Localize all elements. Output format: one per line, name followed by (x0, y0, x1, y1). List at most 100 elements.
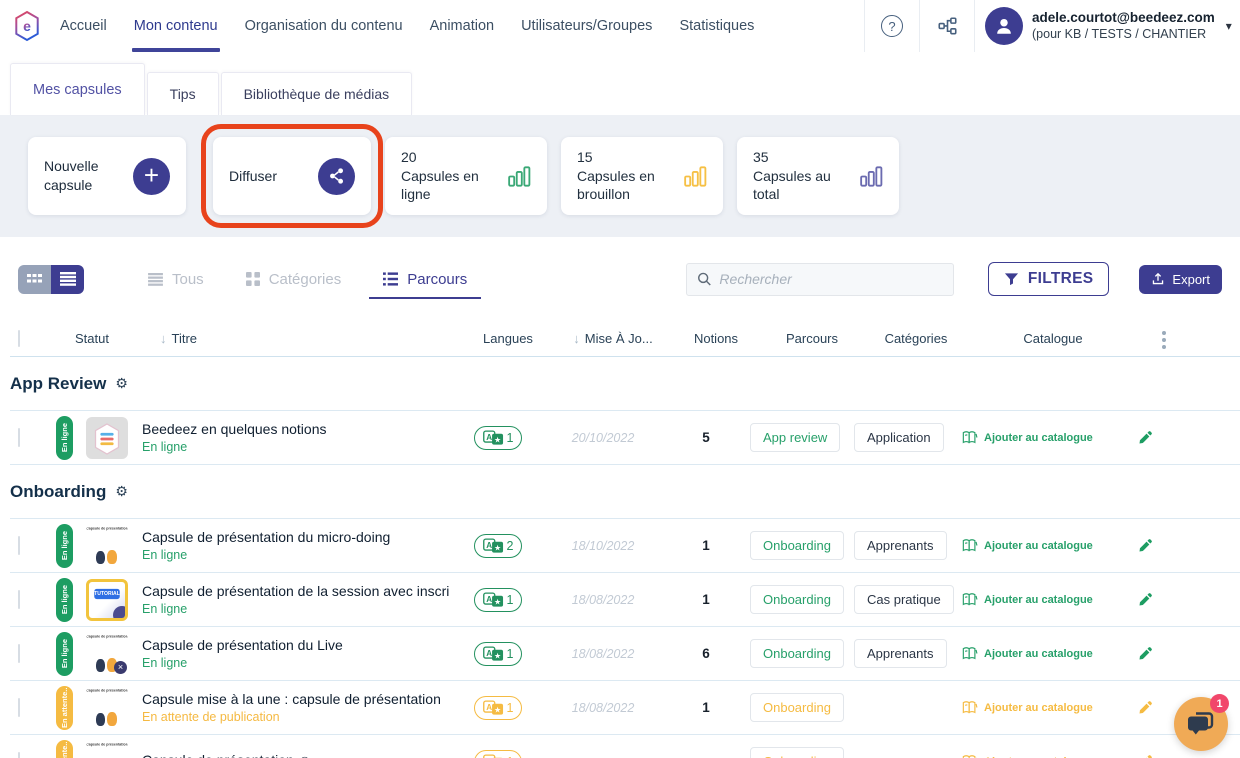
capsule-thumbnail[interactable]: Capsule de présentation TUTORIAL (86, 417, 128, 459)
nav-animation[interactable]: Animation (430, 14, 494, 38)
sort-down-icon[interactable] (573, 331, 580, 346)
beedeez-logo-icon[interactable]: e (12, 8, 42, 44)
edit-pencil-icon[interactable] (1138, 430, 1153, 445)
select-all-checkbox[interactable] (18, 330, 20, 347)
row-checkbox[interactable] (18, 428, 20, 447)
add-to-catalog-button[interactable]: Ajouter au catalogue (958, 646, 1128, 661)
section-header: Onboarding (10, 465, 1240, 519)
plus-icon[interactable] (133, 158, 170, 195)
cards-band: Nouvelle capsule Diffuser 20 (0, 115, 1240, 237)
share-icon[interactable] (318, 158, 355, 195)
chat-unread-badge: 1 (1210, 694, 1229, 713)
capsule-title[interactable]: Capsule de présentation du Live (142, 637, 450, 653)
diffuser-card[interactable]: Diffuser (213, 137, 371, 215)
edit-pencil-icon[interactable] (1138, 592, 1153, 607)
new-capsule-card[interactable]: Nouvelle capsule (28, 137, 186, 215)
table-row[interactable]: En ligne Capsule de présentation TUTORIA… (10, 627, 1240, 681)
add-to-catalog-button[interactable]: Ajouter au catalogue (958, 700, 1128, 715)
user-menu[interactable]: adele.courtot@beedeez.com (pour KB / TES… (974, 0, 1240, 52)
capsule-thumbnail[interactable]: Capsule de présentation TUTORIAL (86, 633, 128, 675)
col-titre[interactable]: Titre (152, 331, 462, 346)
notions-count: 1 (662, 538, 750, 553)
stat-card-online[interactable]: 20 Capsules en ligne (385, 137, 547, 215)
filters-button-label: FILTRES (1028, 270, 1094, 288)
capsule-thumbnail[interactable]: Capsule de présentation TUTORIAL (86, 741, 128, 758)
row-checkbox[interactable] (18, 752, 20, 758)
status-pill-label: En ligne (60, 423, 69, 452)
capsule-title[interactable]: Capsule mise à la une : capsule de prése… (142, 691, 450, 707)
app-window: e Accueil Mon contenu Organisation du co… (0, 0, 1240, 758)
tab-tips[interactable]: Tips (147, 72, 219, 115)
col-notions: Notions (672, 331, 760, 346)
status-pill-label: En ligne (60, 639, 69, 668)
col-categories: Catégories (864, 331, 968, 346)
capsule-thumbnail[interactable]: Capsule de présentation TUTORIAL (86, 525, 128, 567)
edit-pencil-icon[interactable] (1138, 538, 1153, 553)
edit-pencil-icon[interactable] (1138, 700, 1153, 715)
table-row[interactable]: En attente... Capsule de présentation TU… (10, 735, 1240, 758)
export-button[interactable]: Export (1139, 265, 1222, 294)
row-checkbox[interactable] (18, 590, 20, 609)
catalog-book-icon (962, 592, 978, 607)
chat-widget-button[interactable]: 1 (1174, 697, 1228, 751)
capsule-title[interactable]: Capsule de présentation du micro-doing (142, 529, 450, 545)
table-row[interactable]: En ligne Capsule de présentation TUTORIA… (10, 411, 1240, 465)
tab-mes-capsules[interactable]: Mes capsules (10, 63, 145, 115)
updated-date: 18/08/2022 (544, 701, 662, 715)
add-to-catalog-label: Ajouter au catalogue (984, 594, 1093, 606)
table-body: App Review En ligne Capsule de présentat… (10, 357, 1240, 758)
row-checkbox[interactable] (18, 644, 20, 663)
translate-icon: A ★ (483, 754, 504, 758)
grid-view-icon[interactable] (18, 265, 51, 294)
chat-bubbles-icon (1186, 710, 1216, 739)
row-checkbox[interactable] (18, 698, 20, 717)
updated-date: 20/10/2022 (544, 431, 662, 445)
org-chart-button[interactable] (919, 0, 974, 52)
list-view-icon[interactable] (51, 265, 84, 294)
row-checkbox[interactable] (18, 536, 20, 555)
capsule-title[interactable]: Capsule de présentation ☺ (142, 752, 450, 758)
stat-card-draft[interactable]: 15 Capsules en brouillon (561, 137, 723, 215)
add-to-catalog-button[interactable]: Ajouter au catalogue (958, 430, 1128, 445)
edit-pencil-icon[interactable] (1138, 646, 1153, 661)
nav-mon-contenu[interactable]: Mon contenu (134, 14, 218, 38)
svg-text:A: A (486, 648, 492, 657)
filter-tab-parcours[interactable]: Parcours (383, 271, 467, 288)
status-pill-label: En ligne (60, 585, 69, 614)
add-to-catalog-button[interactable]: Ajouter au catalogue (958, 592, 1128, 607)
table-row[interactable]: En ligne Capsule de présentation TUTORIA… (10, 519, 1240, 573)
edit-pencil-icon[interactable] (1138, 754, 1153, 758)
capsule-thumbnail[interactable]: Capsule de présentation TUTORIAL (86, 579, 128, 621)
table-row[interactable]: En ligne Capsule de présentation TUTORIA… (10, 573, 1240, 627)
add-to-catalog-button[interactable]: Ajouter au catalogue (958, 754, 1128, 758)
capsule-title[interactable]: Capsule de présentation de la session av… (142, 583, 450, 599)
nav-utilisateurs[interactable]: Utilisateurs/Groupes (521, 14, 652, 38)
tab-bibliotheque[interactable]: Bibliothèque de médias (221, 72, 413, 115)
chevron-down-icon (1226, 19, 1232, 33)
capsule-thumbnail[interactable]: Capsule de présentation TUTORIAL (86, 687, 128, 729)
col-mise-a-jour[interactable]: Mise À Jo... (554, 331, 672, 346)
list-icon (148, 273, 163, 286)
updated-date: 18/10/2022 (544, 539, 662, 553)
nav-statistiques[interactable]: Statistiques (679, 14, 754, 38)
add-to-catalog-button[interactable]: Ajouter au catalogue (958, 538, 1128, 553)
svg-text:e: e (23, 18, 31, 34)
filter-tab-categories[interactable]: Catégories (246, 271, 342, 288)
nav-organisation[interactable]: Organisation du contenu (245, 14, 403, 38)
sort-down-icon[interactable] (160, 331, 167, 346)
filter-tab-tous[interactable]: Tous (148, 271, 204, 288)
filters-button[interactable]: FILTRES (988, 262, 1110, 296)
nav-accueil[interactable]: Accueil (60, 14, 107, 38)
svg-text:★: ★ (493, 435, 500, 444)
languages-badge: A ★ 1 (474, 426, 522, 450)
gear-icon[interactable] (115, 375, 128, 392)
thumbnail-caption: Capsule de présentation (86, 527, 128, 532)
table-row[interactable]: En attente... Capsule de présentation TU… (10, 681, 1240, 735)
help-button[interactable] (864, 0, 919, 52)
stat-draft-text: 15 Capsules en brouillon (577, 148, 673, 205)
gear-icon[interactable] (115, 483, 128, 500)
stat-card-total[interactable]: 35 Capsules au total (737, 137, 899, 215)
person-illustration (107, 550, 117, 564)
capsule-title[interactable]: Beedeez en quelques notions (142, 421, 450, 437)
search-input[interactable] (719, 271, 942, 287)
